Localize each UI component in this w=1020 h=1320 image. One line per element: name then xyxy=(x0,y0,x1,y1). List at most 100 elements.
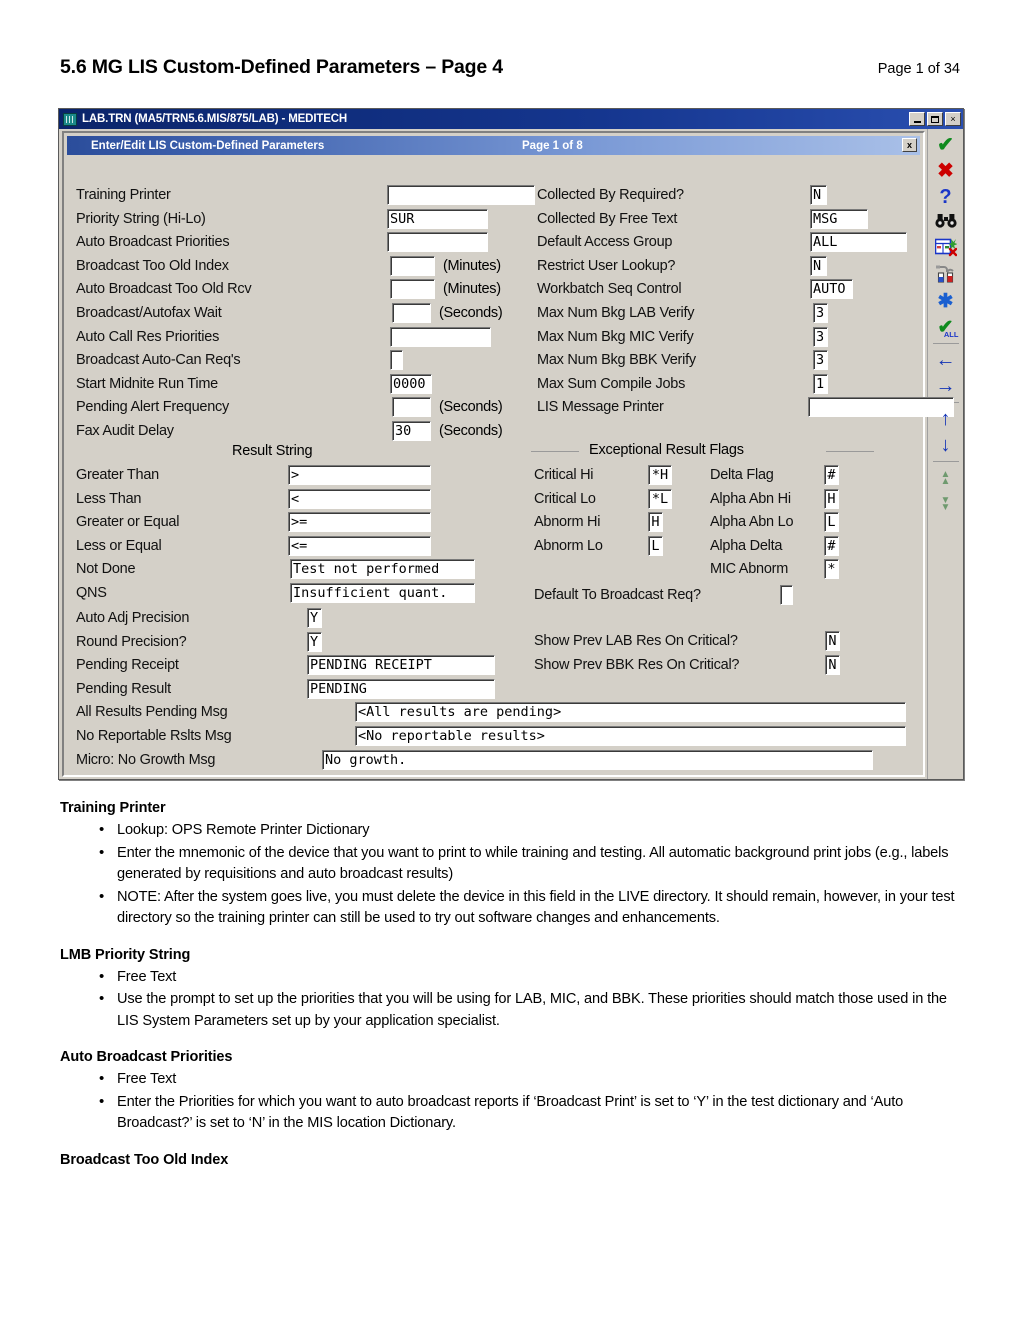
input-default-to-broadcast-req[interactable] xyxy=(780,585,793,605)
input-round-precision[interactable]: Y xyxy=(307,631,322,652)
input-auto-broadcast-too-old-rcv[interactable] xyxy=(390,279,435,300)
note-bullet: NOTE: After the system goes live, you mu… xyxy=(60,886,965,930)
note-bullet-list: Free TextEnter the Priorities for which … xyxy=(60,1068,965,1135)
accept-button[interactable]: ✔ xyxy=(931,132,961,158)
notes-section: Training Printer Lookup: OPS Remote Print… xyxy=(60,800,965,1185)
input-result-greater-than[interactable]: > xyxy=(288,465,431,485)
label-micro-no-growth-msg: Micro: No Growth Msg xyxy=(76,751,216,768)
label-auto-adj-precision: Auto Adj Precision xyxy=(76,610,190,626)
label-workbatch-seq-control: Workbatch Seq Control xyxy=(537,281,682,298)
input-show-prev-lab-res-on-critical[interactable]: N xyxy=(825,631,840,651)
input-flag-critical-lo[interactable]: *L xyxy=(648,488,672,509)
cancel-button[interactable]: ✖ xyxy=(931,158,961,184)
input-fax-audit-delay[interactable]: 30 xyxy=(392,421,431,441)
input-show-prev-bbk-res-on-critical[interactable]: N xyxy=(825,654,840,675)
label-default-to-broadcast-req: Default To Broadcast Req? xyxy=(534,587,701,603)
form-panel: Enter/Edit LIS Custom-Defined Parameters… xyxy=(62,131,954,777)
label-training-printer: Training Printer xyxy=(76,187,171,203)
maximize-button[interactable] xyxy=(927,112,943,126)
label-default-access-group: Default Access Group xyxy=(537,234,673,251)
spreadsheet-button[interactable] xyxy=(931,236,961,262)
page-up-button[interactable]: ▲ ▲ xyxy=(931,465,961,491)
arrow-left-button[interactable]: ← xyxy=(931,347,961,373)
input-result-greater-or-equal[interactable]: >= xyxy=(288,512,431,533)
page-up-icon: ▲ ▲ xyxy=(940,468,951,487)
input-result-qns[interactable]: Insufficient quant. xyxy=(290,583,475,603)
label-less-than: Less Than xyxy=(76,490,142,507)
input-start-midnite-run-time[interactable]: 0000 xyxy=(390,373,432,394)
arrow-down-button[interactable]: ↓ xyxy=(931,432,961,458)
input-no-reportable-rslts-msg[interactable]: <No reportable results> xyxy=(355,726,906,746)
unit-auto-broadcast-too-old-rcv: (Minutes) xyxy=(443,281,501,298)
label-lis-message-printer: LIS Message Printer xyxy=(537,399,664,416)
minimize-button[interactable] xyxy=(909,112,925,126)
input-all-results-pending-msg[interactable]: <All results are pending> xyxy=(355,702,906,723)
cancel-icon: ✖ xyxy=(937,160,954,182)
form-subheader-page: Page 1 of 8 xyxy=(522,139,583,152)
input-restrict-user-lookup[interactable]: N xyxy=(810,255,827,276)
input-flag-delta-flag[interactable]: # xyxy=(824,465,839,485)
input-broadcast-auto-can-req-s[interactable] xyxy=(390,350,403,371)
input-max-num-bkg-bbk-verify[interactable]: 3 xyxy=(813,350,828,371)
arrow-up-icon: ↑ xyxy=(940,408,951,430)
page-down-button[interactable]: ▼ ▼ xyxy=(931,491,961,517)
input-result-less-than[interactable]: < xyxy=(288,488,431,509)
input-flag-mic-abnorm[interactable]: * xyxy=(824,559,839,580)
app-icon xyxy=(63,112,77,126)
input-max-num-bkg-lab-verify[interactable]: 3 xyxy=(813,303,828,323)
input-flag-alpha-delta[interactable]: # xyxy=(824,535,839,556)
input-default-access-group[interactable]: ALL xyxy=(810,232,907,253)
note-heading: Auto Broadcast Priorities xyxy=(60,1049,233,1065)
input-micro-no-growth-msg[interactable]: No growth. xyxy=(322,749,873,770)
input-flag-critical-hi[interactable]: *H xyxy=(648,465,672,485)
form-close-button[interactable]: x xyxy=(902,138,917,152)
label-max-num-bkg-lab-verify: Max Num Bkg LAB Verify xyxy=(537,305,695,321)
label-no-reportable-rslts-msg: No Reportable Rslts Msg xyxy=(76,728,232,744)
input-priority-string-hi-lo[interactable]: SUR xyxy=(387,208,488,229)
specimen-button[interactable] xyxy=(931,262,961,288)
input-max-num-bkg-mic-verify[interactable]: 3 xyxy=(813,326,828,347)
note-block: Training Printer Lookup: OPS Remote Print… xyxy=(60,800,965,930)
input-pending-receipt[interactable]: PENDING RECEIPT xyxy=(307,655,495,676)
input-collected-by-free-text[interactable]: MSG xyxy=(810,208,868,229)
input-pending-result[interactable]: PENDING xyxy=(307,678,495,699)
label-greater-than: Greater Than xyxy=(76,467,159,483)
input-flag-abnorm-hi[interactable]: H xyxy=(648,512,663,533)
result-string-heading: Result String xyxy=(232,443,313,459)
arrow-right-button[interactable]: → xyxy=(931,373,961,399)
asterisk-button[interactable]: ✱ xyxy=(931,288,961,314)
input-result-not-done[interactable]: Test not performed xyxy=(290,559,475,580)
close-button[interactable]: × xyxy=(945,112,961,126)
input-flag-abnorm-lo[interactable]: L xyxy=(648,535,663,556)
input-auto-call-res-priorities[interactable] xyxy=(390,326,491,347)
input-auto-broadcast-priorities[interactable] xyxy=(387,232,488,253)
help-button[interactable]: ? xyxy=(931,184,961,210)
label-delta-flag: Delta Flag xyxy=(710,467,774,483)
document-header: 5.6 MG LIS Custom-Defined Parameters – P… xyxy=(60,56,960,79)
exceptional-result-flags-heading: Exceptional Result Flags xyxy=(589,442,744,458)
input-broadcast-too-old-index[interactable] xyxy=(390,255,435,276)
label-critical-lo: Critical Lo xyxy=(534,490,596,507)
input-collected-by-required[interactable]: N xyxy=(810,185,827,205)
input-flag-alpha-abn-hi[interactable]: H xyxy=(824,488,839,509)
label-critical-hi: Critical Hi xyxy=(534,467,594,483)
input-lis-message-printer[interactable] xyxy=(808,397,954,418)
input-result-less-or-equal[interactable]: <= xyxy=(288,535,431,556)
input-training-printer[interactable] xyxy=(387,185,535,205)
label-greater-or-equal: Greater or Equal xyxy=(76,514,180,531)
input-broadcast-autofax-wait[interactable] xyxy=(392,303,431,323)
note-bullet: Free Text xyxy=(60,1068,965,1091)
accept-all-button[interactable]: ✔ ALL xyxy=(931,314,961,340)
input-max-sum-compile-jobs[interactable]: 1 xyxy=(813,373,828,394)
input-pending-alert-frequency[interactable] xyxy=(392,397,431,418)
note-block: Broadcast Too Old Index xyxy=(60,1152,965,1168)
label-max-num-bkg-bbk-verify: Max Num Bkg BBK Verify xyxy=(537,352,696,369)
input-workbatch-seq-control[interactable]: AUTO xyxy=(810,279,853,300)
spreadsheet-icon xyxy=(934,238,957,261)
input-flag-alpha-abn-lo[interactable]: L xyxy=(824,512,839,533)
label-less-or-equal: Less or Equal xyxy=(76,537,162,554)
binoculars-button[interactable] xyxy=(931,210,961,236)
form-area: Enter/Edit LIS Custom-Defined Parameters… xyxy=(59,129,954,779)
specimen-icon xyxy=(935,264,957,287)
input-auto-adj-precision[interactable]: Y xyxy=(307,608,322,628)
